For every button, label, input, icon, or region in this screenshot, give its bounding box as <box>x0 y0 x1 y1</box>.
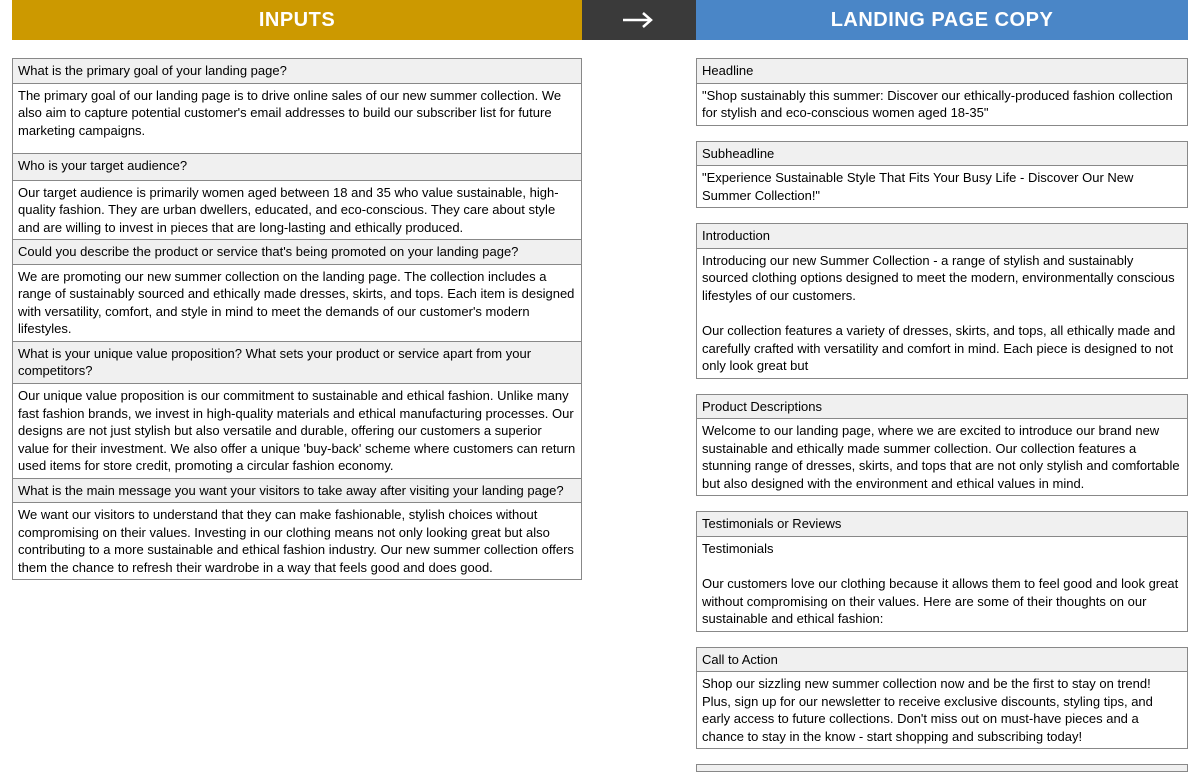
arrow-right-icon <box>621 11 657 29</box>
input-answer: The primary goal of our landing page is … <box>12 84 582 154</box>
copy-column: Headline "Shop sustainably this summer: … <box>696 58 1188 772</box>
header-row: INPUTS LANDING PAGE COPY <box>0 0 1200 40</box>
spacer <box>1188 0 1200 40</box>
spacer <box>696 379 1188 394</box>
inputs-column: What is the primary goal of your landing… <box>12 58 582 580</box>
copy-header: LANDING PAGE COPY <box>696 0 1188 40</box>
copy-body: Testimonials Our customers love our clot… <box>696 537 1188 632</box>
input-question: Who is your target audience? <box>12 154 582 181</box>
copy-label: Product Descriptions <box>696 394 1188 420</box>
spacer <box>696 496 1188 511</box>
spacer <box>696 126 1188 141</box>
input-question: What is the main message you want your v… <box>12 479 582 504</box>
copy-body: "Shop sustainably this summer: Discover … <box>696 84 1188 126</box>
input-answer: We want our visitors to understand that … <box>12 503 582 580</box>
input-answer: We are promoting our new summer collecti… <box>12 265 582 342</box>
copy-label: Subheadline <box>696 141 1188 167</box>
copy-body: Shop our sizzling new summer collection … <box>696 672 1188 749</box>
input-question: What is the primary goal of your landing… <box>12 58 582 84</box>
input-question: What is your unique value proposition? W… <box>12 342 582 384</box>
spacer <box>696 208 1188 223</box>
inputs-header: INPUTS <box>12 0 582 40</box>
arrow-cell <box>582 0 696 40</box>
copy-label: Introduction <box>696 223 1188 249</box>
spacer <box>0 40 1200 58</box>
copy-label: Headline <box>696 58 1188 84</box>
copy-body: Welcome to our landing page, where we ar… <box>696 419 1188 496</box>
copy-label: Testimonials or Reviews <box>696 511 1188 537</box>
input-answer: Our unique value proposition is our comm… <box>12 384 582 479</box>
copy-label: Call to Action <box>696 647 1188 673</box>
input-question: Could you describe the product or servic… <box>12 240 582 265</box>
copy-body: "Experience Sustainable Style That Fits … <box>696 166 1188 208</box>
input-answer: Our target audience is primarily women a… <box>12 181 582 241</box>
spacer <box>0 0 12 40</box>
spacer <box>696 749 1188 764</box>
copy-body: Introducing our new Summer Collection - … <box>696 249 1188 379</box>
copy-partial-row <box>696 764 1188 772</box>
spacer <box>696 632 1188 647</box>
